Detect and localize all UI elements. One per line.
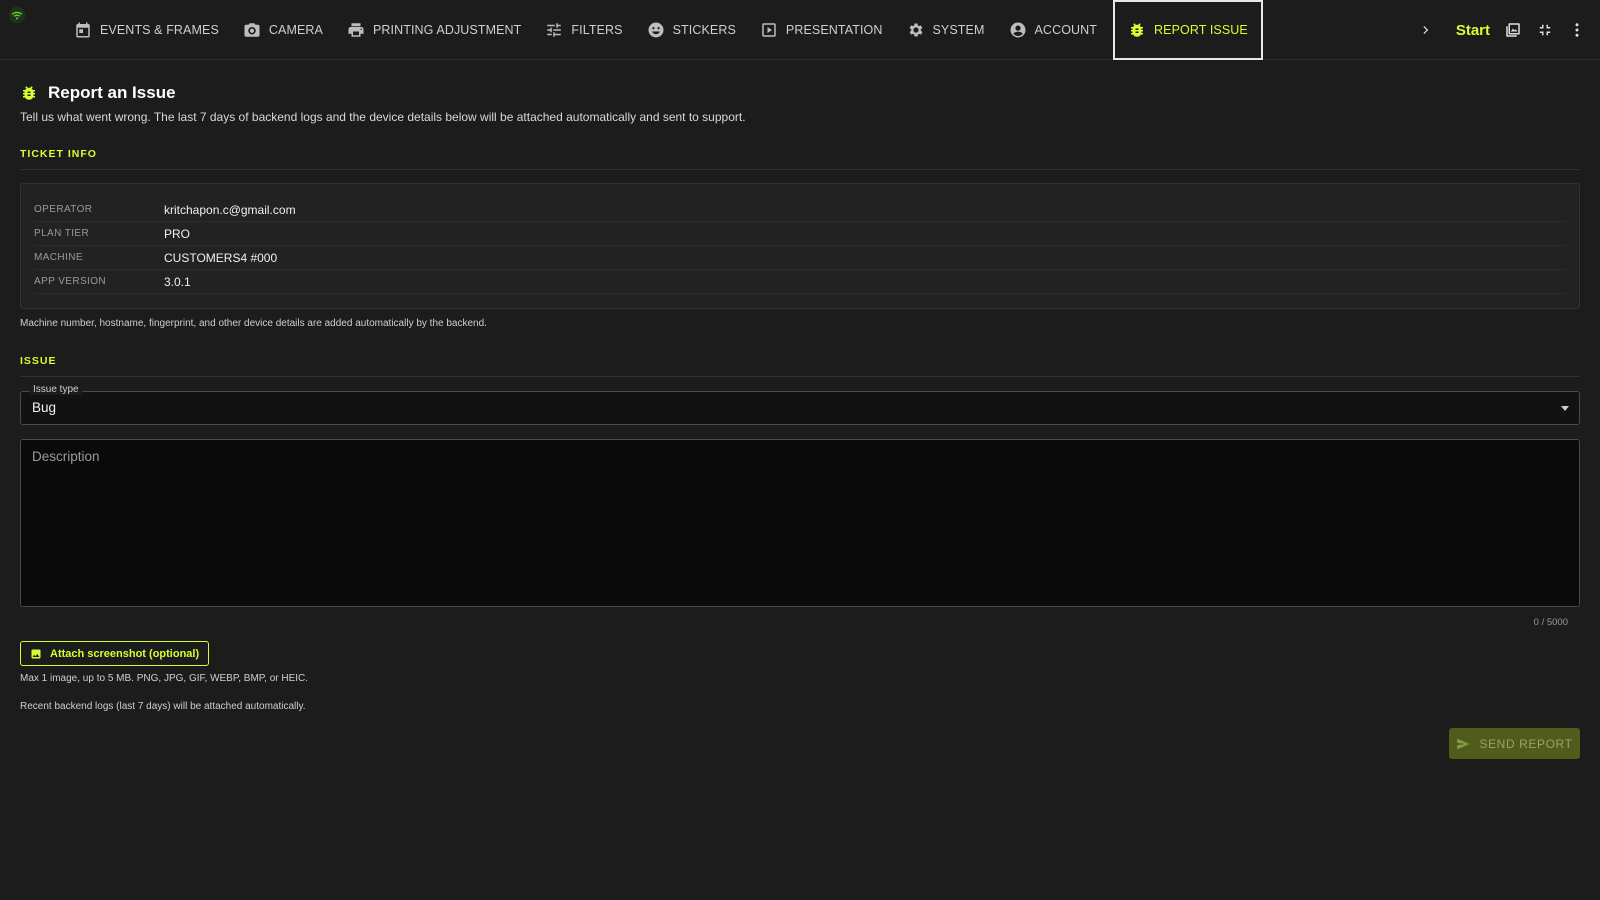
attach-label: Attach screenshot (optional) bbox=[50, 647, 200, 660]
top-actions: Start bbox=[1416, 0, 1586, 60]
send-report-button[interactable]: SEND REPORT bbox=[1449, 728, 1580, 759]
info-value: 3.0.1 bbox=[164, 274, 191, 289]
ticket-info-heading: TICKET INFO bbox=[20, 148, 1580, 170]
fullscreen-exit-icon[interactable] bbox=[1536, 21, 1554, 39]
info-value: CUSTOMERS4 #000 bbox=[164, 250, 278, 265]
top-nav-bar: EVENTS & FRAMES CAMERA PRINTING ADJUSTME… bbox=[0, 0, 1600, 60]
tab-label: PRESENTATION bbox=[785, 23, 883, 37]
page-header: Report an Issue bbox=[20, 83, 1580, 103]
wifi-icon bbox=[8, 6, 26, 24]
info-row-operator: OPERATOR kritchapon.c@gmail.com bbox=[34, 198, 1566, 222]
tab-camera[interactable]: CAMERA bbox=[231, 0, 335, 60]
main-tabs: EVENTS & FRAMES CAMERA PRINTING ADJUSTME… bbox=[62, 0, 1263, 60]
tab-label: FILTERS bbox=[571, 23, 623, 37]
info-key: OPERATOR bbox=[34, 204, 93, 215]
info-row-app-version: APP VERSION 3.0.1 bbox=[34, 270, 1566, 294]
ticket-info-card: OPERATOR kritchapon.c@gmail.com PLAN TIE… bbox=[20, 183, 1580, 309]
gear-icon bbox=[909, 23, 923, 37]
page-subtitle: Tell us what went wrong. The last 7 days… bbox=[20, 110, 746, 124]
tab-label: REPORT ISSUE bbox=[1154, 23, 1248, 37]
start-button[interactable]: Start bbox=[1456, 22, 1490, 39]
account-circle-icon bbox=[1010, 22, 1025, 38]
more-vertical-icon[interactable] bbox=[1568, 21, 1586, 39]
logs-hint: Recent backend logs (last 7 days) will b… bbox=[20, 701, 306, 712]
send-icon bbox=[1457, 738, 1470, 749]
info-key: APP VERSION bbox=[34, 276, 107, 287]
tab-label: ACCOUNT bbox=[1034, 23, 1098, 37]
play-box-icon bbox=[762, 23, 776, 37]
tab-label: PRINTING ADJUSTMENT bbox=[372, 23, 522, 37]
attach-hint: Max 1 image, up to 5 MB. PNG, JPG, GIF, … bbox=[20, 673, 309, 684]
gallery-icon[interactable] bbox=[1504, 21, 1522, 39]
tab-label: EVENTS & FRAMES bbox=[100, 23, 219, 37]
page-title: Report an Issue bbox=[48, 83, 176, 102]
tab-label: CAMERA bbox=[268, 23, 323, 37]
image-icon bbox=[31, 649, 41, 658]
printer-icon bbox=[348, 23, 364, 37]
tab-events-frames[interactable]: EVENTS & FRAMES bbox=[62, 0, 231, 60]
issue-type-value: Bug bbox=[32, 400, 57, 415]
device-details-note: Machine number, hostname, fingerprint, a… bbox=[20, 318, 487, 329]
description-textarea[interactable] bbox=[20, 439, 1580, 607]
report-issue-panel: Report an Issue Tell us what went wrong.… bbox=[20, 60, 1580, 712]
issue-type-select[interactable]: Issue type Bug bbox=[20, 384, 1580, 425]
info-key: PLAN TIER bbox=[34, 228, 90, 239]
tab-label: STICKERS bbox=[672, 23, 736, 37]
tab-stickers[interactable]: STICKERS bbox=[635, 0, 748, 60]
tab-filters[interactable]: FILTERS bbox=[533, 0, 634, 60]
info-value: kritchapon.c@gmail.com bbox=[164, 202, 296, 217]
tab-report-issue[interactable]: REPORT ISSUE bbox=[1113, 0, 1263, 60]
bug-icon bbox=[1131, 23, 1144, 37]
camera-icon bbox=[244, 23, 260, 37]
tab-label: SYSTEM bbox=[932, 23, 985, 37]
bug-icon bbox=[23, 86, 35, 100]
smiley-icon bbox=[648, 22, 664, 38]
tab-system[interactable]: SYSTEM bbox=[895, 0, 997, 60]
issue-type-label: Issue type bbox=[29, 384, 83, 395]
tab-printing-adjustment[interactable]: PRINTING ADJUSTMENT bbox=[335, 0, 533, 60]
issue-heading: ISSUE bbox=[20, 355, 1580, 377]
sliders-icon bbox=[547, 23, 562, 37]
info-row-machine: MACHINE CUSTOMERS4 #000 bbox=[34, 246, 1566, 270]
tab-account[interactable]: ACCOUNT bbox=[997, 0, 1110, 60]
tab-presentation[interactable]: PRESENTATION bbox=[748, 0, 895, 60]
chevron-right-icon[interactable] bbox=[1416, 21, 1434, 39]
dropdown-caret-icon bbox=[1561, 406, 1569, 411]
info-row-plan-tier: PLAN TIER PRO bbox=[34, 222, 1566, 246]
character-counter: 0 / 5000 bbox=[1533, 617, 1568, 628]
info-key: MACHINE bbox=[34, 252, 83, 263]
attach-screenshot-button[interactable]: Attach screenshot (optional) bbox=[20, 641, 210, 666]
send-label: SEND REPORT bbox=[1479, 736, 1573, 751]
info-value: PRO bbox=[164, 226, 191, 241]
calendar-icon bbox=[76, 22, 90, 38]
